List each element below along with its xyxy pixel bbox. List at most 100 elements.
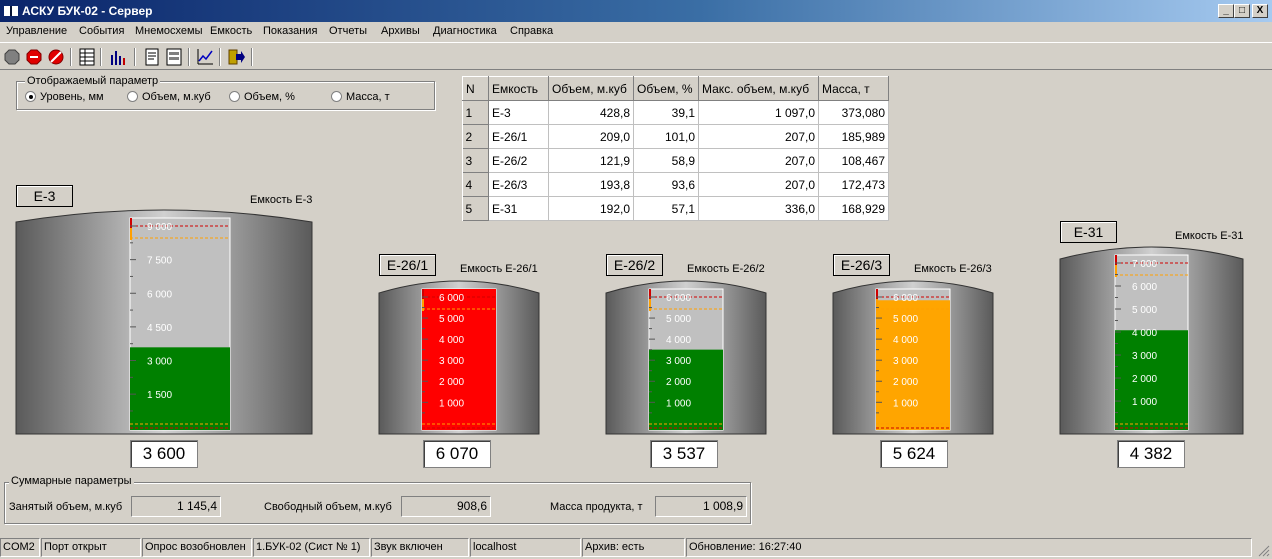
menu-archives[interactable]: Архивы xyxy=(381,25,420,37)
menu-tank[interactable]: Емкость xyxy=(210,25,252,37)
tank-graphic[interactable]: 6 000 5 000 4 000 3 000 2 000 1 000 xyxy=(832,280,994,435)
table-cell: 101,0 xyxy=(633,124,699,149)
window-title: АСКУ БУК-02 - Сервер xyxy=(22,4,153,18)
menu-mnemonics[interactable]: Мнемосхемы xyxy=(135,25,203,37)
scale-label: 1 500 xyxy=(147,390,172,401)
resize-grip-icon[interactable] xyxy=(1256,543,1270,557)
menu-control[interactable]: Управление xyxy=(6,25,67,37)
table-header-row: N Емкость Объем, м.куб Объем, % Макс. об… xyxy=(462,76,889,101)
scale-label: 4 000 xyxy=(1132,328,1157,339)
tank-tag[interactable]: Е-3 xyxy=(16,185,73,207)
warn-marker xyxy=(1115,265,1117,277)
table-cell: Е-26/1 xyxy=(488,124,549,149)
menu-events[interactable]: События xyxy=(79,25,124,37)
tank-value: 6 070 xyxy=(423,440,491,468)
table-cell: Е-3 xyxy=(488,100,549,125)
status-sound: Звук включен xyxy=(371,538,469,557)
scale-label: 2 000 xyxy=(893,377,918,388)
table-row[interactable]: 5 Е-31 192,0 57,1 336,0 168,929 xyxy=(462,196,889,221)
scale-label: 2 000 xyxy=(439,377,464,388)
table-cell: 108,467 xyxy=(818,148,889,173)
table-cell: 57,1 xyxy=(633,196,699,221)
status-port-state: Порт открыт xyxy=(41,538,141,557)
col-volume[interactable]: Объем, м.куб xyxy=(548,76,634,101)
scale-label: 5 000 xyxy=(666,314,691,325)
tank-tag[interactable]: Е-26/2 xyxy=(606,254,663,276)
tank-tag[interactable]: Е-26/3 xyxy=(833,254,890,276)
scale-label: 5 000 xyxy=(1132,305,1157,316)
tank-tag[interactable]: Е-31 xyxy=(1060,221,1117,243)
tank-graphic[interactable]: 6 000 5 000 4 000 3 000 2 000 1 000 xyxy=(378,280,540,435)
table-row[interactable]: 4 Е-26/3 193,8 93,6 207,0 172,473 xyxy=(462,172,889,197)
radio-level[interactable]: Уровень, мм xyxy=(25,91,104,103)
table-cell: 207,0 xyxy=(698,124,819,149)
tank-value: 3 600 xyxy=(130,440,198,468)
table-cell: 58,9 xyxy=(633,148,699,173)
tank-caption: Емкость Е-31 xyxy=(1175,230,1244,242)
stop-gray-icon[interactable] xyxy=(2,47,22,67)
scale-label: 4 000 xyxy=(439,335,464,346)
table-row[interactable]: 3 Е-26/2 121,9 58,9 207,0 108,467 xyxy=(462,148,889,173)
scale-label: 1 000 xyxy=(1132,397,1157,408)
table-row[interactable]: 1 Е-3 428,8 39,1 1 097,0 373,080 xyxy=(462,100,889,125)
tank-graphic[interactable]: 7 000 6 000 5 000 4 000 3 000 2 000 1 000 xyxy=(1059,246,1244,435)
col-mass[interactable]: Масса, т xyxy=(818,76,889,101)
tanks-table[interactable]: N Емкость Объем, м.куб Объем, % Макс. об… xyxy=(462,76,889,221)
table-cell: 207,0 xyxy=(698,172,819,197)
toolbar-separator xyxy=(100,48,102,66)
report-icon[interactable] xyxy=(142,47,162,67)
stop-red-icon[interactable] xyxy=(24,47,44,67)
status-device: 1.БУК-02 (Сист № 1) xyxy=(253,538,370,557)
scale-label: 3 000 xyxy=(439,356,464,367)
status-archive: Архив: есть xyxy=(582,538,685,557)
scale-label: 1 000 xyxy=(439,398,464,409)
product-mass-field: 1 008,9 xyxy=(655,496,747,517)
no-entry-icon[interactable] xyxy=(46,47,66,67)
table-cell: 1 097,0 xyxy=(698,100,819,125)
menu-reports[interactable]: Отчеты xyxy=(329,25,367,37)
radio-volume[interactable]: Объем, м.куб xyxy=(127,91,211,103)
col-volume-percent[interactable]: Объем, % xyxy=(633,76,699,101)
exit-icon[interactable] xyxy=(226,47,246,67)
scale-label: 6 000 xyxy=(439,293,464,304)
summary-legend: Суммарные параметры xyxy=(9,475,134,487)
tank-value: 5 624 xyxy=(880,440,948,468)
row-index-cell: 1 xyxy=(462,100,489,125)
warn-marker xyxy=(130,228,132,240)
table-cell: 121,9 xyxy=(548,148,634,173)
radio-mass[interactable]: Масса, т xyxy=(331,91,390,103)
tank-graphic[interactable]: 6 000 5 000 4 000 3 000 2 000 1 000 xyxy=(605,280,767,435)
warn-marker xyxy=(649,299,651,311)
menu-diagnostics[interactable]: Диагностика xyxy=(433,25,497,37)
status-host: localhost xyxy=(470,538,581,557)
tank-value: 3 537 xyxy=(650,440,718,468)
row-index-cell: 2 xyxy=(462,124,489,149)
scale-label: 7 500 xyxy=(147,256,172,267)
row-index-cell: 3 xyxy=(462,148,489,173)
maximize-button[interactable]: □ xyxy=(1234,4,1250,18)
toolbar xyxy=(0,42,1272,70)
report-list-icon[interactable] xyxy=(164,47,184,67)
table-cell: 207,0 xyxy=(698,148,819,173)
occupied-volume-field: 1 145,4 xyxy=(131,496,221,517)
radio-dot xyxy=(25,91,36,102)
table-cell: 185,989 xyxy=(818,124,889,149)
menu-help[interactable]: Справка xyxy=(510,25,553,37)
table-cell: Е-26/2 xyxy=(488,148,549,173)
minimize-button[interactable]: _ xyxy=(1218,4,1234,18)
bar-chart-icon[interactable] xyxy=(108,47,128,67)
radio-volume-percent[interactable]: Объем, % xyxy=(229,91,295,103)
table-icon[interactable] xyxy=(77,47,97,67)
tank-graphic[interactable]: 9 000 7 500 6 000 4 500 3 000 1 500 xyxy=(15,209,313,435)
menu-readings[interactable]: Показания xyxy=(263,25,317,37)
tank-caption: Емкость Е-26/3 xyxy=(914,263,992,275)
close-button[interactable]: X xyxy=(1252,4,1268,18)
col-tank[interactable]: Емкость xyxy=(488,76,549,101)
tank-tag[interactable]: Е-26/1 xyxy=(379,254,436,276)
col-n[interactable]: N xyxy=(462,76,489,101)
line-chart-icon[interactable] xyxy=(195,47,215,67)
table-row[interactable]: 2 Е-26/1 209,0 101,0 207,0 185,989 xyxy=(462,124,889,149)
toolbar-separator xyxy=(134,48,136,66)
scale-label: 5 000 xyxy=(439,314,464,325)
col-max-volume[interactable]: Макс. объем, м.куб xyxy=(698,76,819,101)
